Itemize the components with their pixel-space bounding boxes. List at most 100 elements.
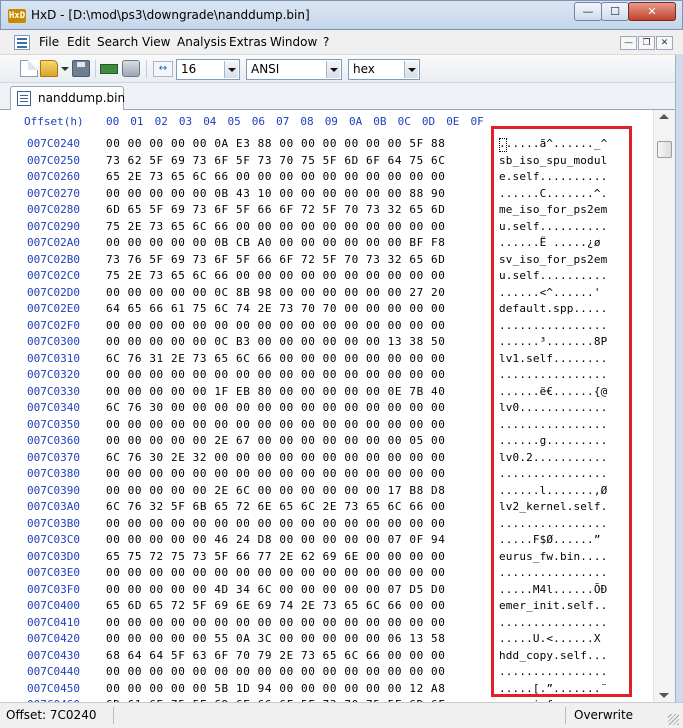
menu-view[interactable]: View bbox=[142, 35, 170, 49]
row-bytes[interactable]: 00 00 00 00 00 00 00 00 00 00 00 00 00 0… bbox=[106, 467, 445, 480]
row-offset: 007C0300 bbox=[27, 335, 80, 348]
row-bytes[interactable]: 00 00 00 00 00 5B 1D 94 00 00 00 00 00 0… bbox=[106, 682, 445, 695]
row-bytes[interactable]: 00 00 00 00 00 00 00 00 00 00 00 00 00 0… bbox=[106, 517, 445, 530]
row-offset: 007C0250 bbox=[27, 153, 80, 167]
row-bytes[interactable]: 00 00 00 00 00 2E 67 00 00 00 00 00 00 0… bbox=[106, 434, 445, 447]
resize-grip-icon[interactable] bbox=[668, 714, 679, 725]
row-offset: 007C02D0 bbox=[27, 285, 80, 299]
row-offset: 007C03D0 bbox=[27, 549, 80, 563]
close-button[interactable]: ✕ bbox=[628, 2, 676, 21]
row-offset: 007C0370 bbox=[27, 450, 80, 464]
offset-base-select[interactable]: hex bbox=[348, 59, 420, 80]
column-header: 06 bbox=[251, 115, 266, 128]
row-bytes[interactable]: 00 00 00 00 00 2E 6C 00 00 00 00 00 00 1… bbox=[106, 484, 445, 497]
row-bytes[interactable]: 6C 76 32 5F 6B 65 72 6E 65 6C 2E 73 65 6… bbox=[106, 500, 445, 513]
row-bytes[interactable]: 6C 76 30 2E 32 00 00 00 00 00 00 00 00 0… bbox=[106, 451, 445, 464]
hex-editor-view[interactable]: Offset(h) 00 01 02 03 04 05 06 07 08 09 0A 0B 0C 0D 0E… bbox=[0, 110, 653, 702]
row-bytes[interactable]: 00 00 00 00 00 1F EB 80 00 00 00 00 00 0… bbox=[106, 385, 445, 398]
document-minimize-button[interactable]: — bbox=[620, 36, 637, 50]
row-offset: 007C0280 bbox=[27, 203, 80, 216]
menu-analysis[interactable]: Analysis bbox=[177, 35, 226, 49]
maximize-button[interactable]: ☐ bbox=[601, 2, 629, 21]
row-bytes[interactable]: 00 00 00 00 00 00 00 00 00 00 00 00 00 0… bbox=[106, 368, 445, 381]
tab-label: nanddump.bin bbox=[38, 91, 126, 105]
row-bytes[interactable]: 00 00 00 00 00 00 00 00 00 00 00 00 00 0… bbox=[106, 319, 445, 332]
row-bytes[interactable]: 00 00 00 00 00 0C B3 00 00 00 00 00 00 1… bbox=[106, 335, 445, 348]
menu-bar: File Edit Search View Analysis Extras Wi… bbox=[0, 30, 683, 55]
row-bytes[interactable]: 73 62 5F 69 73 6F 5F 73 70 75 5F 6D 6F 6… bbox=[106, 154, 445, 167]
disk-icon[interactable] bbox=[122, 60, 140, 77]
toolbar-separator bbox=[146, 60, 147, 78]
row-bytes[interactable]: 00 00 00 00 00 0B 43 10 00 00 00 00 00 0… bbox=[106, 187, 445, 200]
column-header: 0B bbox=[373, 115, 387, 128]
charset-select[interactable]: ANSI bbox=[246, 59, 342, 80]
column-header: 01 bbox=[130, 115, 144, 128]
row-bytes[interactable]: 00 00 00 00 00 0A E3 88 00 00 00 00 00 0… bbox=[106, 137, 445, 150]
column-header: 00 bbox=[106, 115, 120, 128]
row-bytes[interactable]: 00 00 00 00 00 4D 34 6C 00 00 00 00 00 0… bbox=[106, 583, 445, 596]
menu-file[interactable]: File bbox=[39, 35, 59, 49]
column-header: 0F bbox=[470, 115, 484, 128]
vertical-scrollbar[interactable] bbox=[653, 110, 675, 702]
chevron-down-icon[interactable] bbox=[224, 61, 238, 78]
open-folder-icon[interactable] bbox=[40, 60, 58, 77]
row-bytes[interactable]: 6D 65 5F 69 73 6F 5F 66 6F 72 5F 70 73 3… bbox=[106, 203, 445, 216]
menu-edit[interactable]: Edit bbox=[67, 35, 90, 49]
bytes-per-row-select[interactable]: 16 bbox=[176, 59, 240, 80]
row-bytes[interactable]: 00 00 00 00 00 00 00 00 00 00 00 00 00 0… bbox=[106, 418, 445, 431]
row-bytes[interactable]: 65 2E 73 65 6C 66 00 00 00 00 00 00 00 0… bbox=[106, 170, 445, 183]
menu-extras[interactable]: Extras bbox=[229, 35, 267, 49]
row-bytes[interactable]: 73 76 5F 69 73 6F 5F 66 6F 72 5F 70 73 3… bbox=[106, 253, 445, 266]
scroll-up-icon[interactable] bbox=[659, 114, 669, 119]
row-bytes[interactable]: 00 00 00 00 00 00 00 00 00 00 00 00 00 0… bbox=[106, 665, 445, 678]
document-close-button[interactable]: ✕ bbox=[656, 36, 673, 50]
row-offset: 007C03F0 bbox=[27, 582, 80, 596]
row-offset: 007C03A0 bbox=[27, 500, 80, 513]
row-offset: 007C02A0 bbox=[27, 236, 80, 249]
row-bytes[interactable]: 00 00 00 00 00 0B CB A0 00 00 00 00 00 0… bbox=[106, 236, 445, 249]
title-bar[interactable]: HxD HxD - [D:\mod\ps3\downgrade\nanddump… bbox=[0, 0, 683, 30]
open-dropdown-arrow-icon[interactable] bbox=[61, 67, 69, 71]
column-header: 0C bbox=[397, 115, 411, 128]
chevron-down-icon[interactable] bbox=[326, 61, 340, 78]
document-window-icon[interactable] bbox=[14, 35, 30, 50]
row-offset: 007C0240 bbox=[27, 137, 80, 150]
row-bytes[interactable]: 6C 76 30 00 00 00 00 00 00 00 00 00 00 0… bbox=[106, 401, 445, 414]
scroll-down-icon[interactable] bbox=[659, 693, 669, 698]
row-bytes[interactable]: 00 00 00 00 00 0C 8B 98 00 00 00 00 00 0… bbox=[106, 286, 445, 299]
new-file-icon[interactable] bbox=[20, 60, 38, 77]
status-edit-mode[interactable]: Overwrite bbox=[565, 707, 655, 724]
status-bar: Offset: 7C0240 Overwrite bbox=[0, 702, 683, 728]
menu-help[interactable]: ? bbox=[323, 35, 329, 49]
menu-window[interactable]: Window bbox=[270, 35, 317, 49]
row-offset: 007C0360 bbox=[27, 434, 80, 447]
scrollbar-thumb[interactable] bbox=[657, 141, 672, 158]
ram-icon[interactable] bbox=[100, 64, 118, 74]
row-bytes[interactable]: 64 65 66 61 75 6C 74 2E 73 70 70 00 00 0… bbox=[106, 302, 445, 315]
chevron-down-icon[interactable] bbox=[404, 61, 418, 78]
column-header: 0A bbox=[349, 115, 363, 128]
row-offset: 007C03C0 bbox=[27, 533, 80, 546]
row-offset: 007C0260 bbox=[27, 170, 80, 183]
row-bytes[interactable]: 68 64 64 5F 63 6F 70 79 2E 73 65 6C 66 0… bbox=[106, 649, 445, 662]
window-frame bbox=[675, 55, 683, 728]
save-icon[interactable] bbox=[72, 60, 90, 77]
row-offset: 007C02B0 bbox=[27, 252, 80, 266]
menu-search[interactable]: Search bbox=[97, 35, 138, 49]
row-bytes[interactable]: 65 75 72 75 73 5F 66 77 2E 62 69 6E 00 0… bbox=[106, 550, 445, 563]
row-bytes[interactable]: 00 00 00 00 00 46 24 D8 00 00 00 00 00 0… bbox=[106, 533, 445, 546]
row-bytes[interactable]: 00 00 00 00 00 00 00 00 00 00 00 00 00 0… bbox=[106, 566, 445, 579]
row-bytes[interactable]: 00 00 00 00 00 55 0A 3C 00 00 00 00 00 0… bbox=[106, 632, 445, 645]
row-offset: 007C0390 bbox=[27, 483, 80, 497]
row-bytes[interactable]: 75 2E 73 65 6C 66 00 00 00 00 00 00 00 0… bbox=[106, 269, 445, 282]
document-restore-button[interactable]: ❐ bbox=[638, 36, 655, 50]
row-offset: 007C0340 bbox=[27, 401, 80, 414]
row-bytes[interactable]: 6C 76 31 2E 73 65 6C 66 00 00 00 00 00 0… bbox=[106, 352, 445, 365]
row-bytes[interactable]: 65 6D 65 72 5F 69 6E 69 74 2E 73 65 6C 6… bbox=[106, 599, 445, 612]
tab-nanddump[interactable]: nanddump.bin bbox=[10, 86, 126, 110]
minimize-button[interactable]: — bbox=[574, 2, 602, 21]
text-cursor bbox=[499, 138, 507, 152]
row-bytes[interactable]: 75 2E 73 65 6C 66 00 00 00 00 00 00 00 0… bbox=[106, 220, 445, 233]
hxd-app-icon[interactable]: HxD bbox=[8, 9, 26, 23]
row-bytes[interactable]: 00 00 00 00 00 00 00 00 00 00 00 00 00 0… bbox=[106, 616, 445, 629]
